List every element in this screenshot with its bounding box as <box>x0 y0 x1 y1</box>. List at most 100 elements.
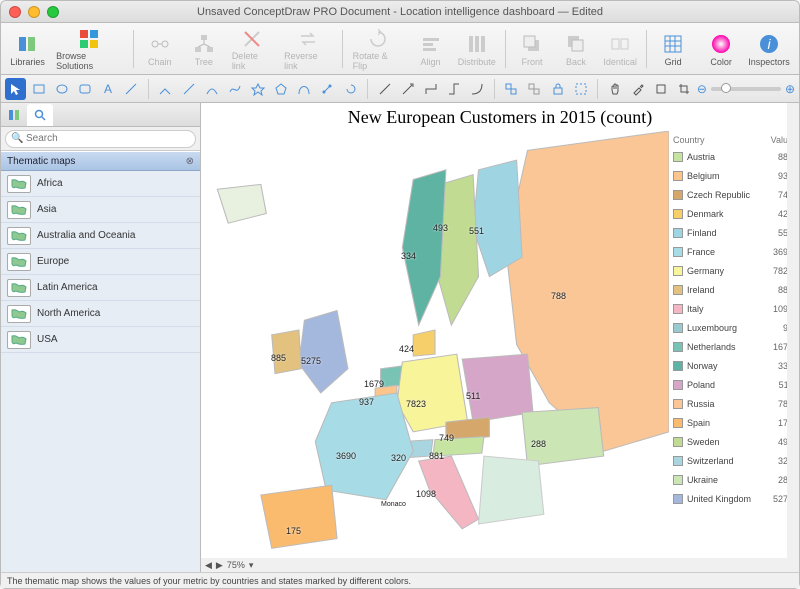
reverse-link-button[interactable]: Reverse link <box>280 25 336 73</box>
crop-tool[interactable] <box>674 78 695 100</box>
grid-label: Grid <box>665 57 682 67</box>
edit-points-tool[interactable] <box>317 78 338 100</box>
library-item-usa[interactable]: USA <box>1 327 200 353</box>
legend-name: Austria <box>687 152 778 162</box>
sidebar-tab-libraries[interactable] <box>1 104 27 126</box>
eyedrop-tool[interactable] <box>627 78 648 100</box>
page-next-icon[interactable]: ▶ <box>216 560 223 571</box>
hand-tool[interactable] <box>604 78 625 100</box>
route2-tool[interactable] <box>443 78 464 100</box>
spline-tool[interactable] <box>224 78 245 100</box>
reverse-link-label: Reverse link <box>284 51 332 71</box>
zoom-dropdown-icon[interactable]: ▾ <box>249 560 254 571</box>
roundrect-tool[interactable] <box>74 78 95 100</box>
map-thumb-icon <box>7 279 31 297</box>
curve-conn-tool[interactable] <box>467 78 488 100</box>
library-item-asia[interactable]: Asia <box>1 197 200 223</box>
star-tool[interactable] <box>247 78 268 100</box>
rect-tool[interactable] <box>28 78 49 100</box>
horizontal-scrollbar[interactable]: ◀ ▶ 75% ▾ <box>201 558 799 572</box>
legend-swatch <box>673 342 683 352</box>
legend-name: Spain <box>687 418 778 428</box>
legend-name: Germany <box>687 266 773 276</box>
connector-tool[interactable] <box>121 78 142 100</box>
zoom-out-icon[interactable]: ⊖ <box>697 82 707 96</box>
legend-swatch <box>673 285 683 295</box>
zoom-in-icon[interactable]: ⊕ <box>785 82 795 96</box>
container-tool[interactable] <box>570 78 591 100</box>
canvas[interactable]: New European Customers in 2015 (count) <box>201 103 799 572</box>
align-button[interactable]: Align <box>411 25 451 73</box>
pointer-tool[interactable] <box>5 78 26 100</box>
legend: Country Value Austria881Belgium937Czech … <box>669 133 797 508</box>
color-button[interactable]: Color <box>701 25 741 73</box>
status-bar: The thematic map shows the values of you… <box>1 572 799 588</box>
format-tool[interactable] <box>651 78 672 100</box>
back-button[interactable]: Back <box>556 25 596 73</box>
grid-button[interactable]: Grid <box>653 25 693 73</box>
sidebar-tab-search[interactable] <box>27 104 53 126</box>
search-row: 🔍 <box>1 127 200 151</box>
map-thumb-icon <box>7 253 31 271</box>
map-area: 334 493 551 788 885 5275 424 1679 937 78… <box>201 131 669 558</box>
library-item-africa[interactable]: Africa <box>1 171 200 197</box>
identical-button[interactable]: Identical <box>600 25 640 73</box>
map-thumb-icon <box>7 227 31 245</box>
text-tool[interactable]: A <box>98 78 119 100</box>
vertical-scrollbar[interactable] <box>787 103 799 558</box>
legend-row: Netherlands1679 <box>669 337 797 356</box>
legend-row: Spain175 <box>669 413 797 432</box>
smart-connector-tool[interactable] <box>155 78 176 100</box>
route-tool[interactable] <box>420 78 441 100</box>
poly-tool[interactable] <box>271 78 292 100</box>
sidebar-tabs <box>1 103 200 127</box>
library-item-europe[interactable]: Europe <box>1 249 200 275</box>
legend-row: Ukraine288 <box>669 470 797 489</box>
tree-button[interactable]: Tree <box>184 25 224 73</box>
back-label: Back <box>566 57 586 67</box>
legend-swatch <box>673 494 683 504</box>
ungroup-tool[interactable] <box>524 78 545 100</box>
close-icon[interactable]: ⊗ <box>186 156 194 167</box>
library-header-label: Thematic maps <box>7 156 75 167</box>
rotate-flip-button[interactable]: Rotate & Flip <box>349 25 407 73</box>
arc-tool[interactable] <box>201 78 222 100</box>
group-tool[interactable] <box>501 78 522 100</box>
legend-row: Norway334 <box>669 356 797 375</box>
map-label-germany: 7823 <box>406 399 426 409</box>
color-label: Color <box>710 57 732 67</box>
map-label-poland: 511 <box>466 391 480 401</box>
browse-solutions-button[interactable]: Browse Solutions <box>52 25 127 73</box>
zoom-slider[interactable] <box>711 87 781 91</box>
library-header[interactable]: Thematic maps ⊗ <box>1 151 200 171</box>
legend-row: Luxembourg91 <box>669 318 797 337</box>
lock-tool[interactable] <box>547 78 568 100</box>
search-input[interactable] <box>5 130 196 148</box>
legend-row: Poland511 <box>669 375 797 394</box>
delete-link-button[interactable]: Delete link <box>228 25 276 73</box>
front-button[interactable]: Front <box>512 25 552 73</box>
library-item-latin-america[interactable]: Latin America <box>1 275 200 301</box>
legend-swatch <box>673 247 683 257</box>
libraries-button[interactable]: Libraries <box>7 25 48 73</box>
legend-name: Netherlands <box>687 342 773 352</box>
distribute-button[interactable]: Distribute <box>455 25 499 73</box>
page-prev-icon[interactable]: ◀ <box>205 560 212 571</box>
line-arrow-tool[interactable] <box>397 78 418 100</box>
legend-row: France3690 <box>669 242 797 261</box>
library-item-australia-and-oceania[interactable]: Australia and Oceania <box>1 223 200 249</box>
rotate-tool[interactable] <box>340 78 361 100</box>
inspectors-button[interactable]: i Inspectors <box>745 25 793 73</box>
align-label: Align <box>421 57 441 67</box>
ellipse-tool[interactable] <box>51 78 72 100</box>
main-toolbar: Libraries Browse Solutions Chain Tree De… <box>1 23 799 75</box>
legend-name: Switzerland <box>687 456 778 466</box>
legend-swatch <box>673 418 683 428</box>
line-tool[interactable] <box>178 78 199 100</box>
chain-button[interactable]: Chain <box>140 25 180 73</box>
bezier-tool[interactable] <box>294 78 315 100</box>
status-text: The thematic map shows the values of you… <box>7 576 411 586</box>
line1-tool[interactable] <box>374 78 395 100</box>
zoom-value: 75% <box>227 560 245 570</box>
library-item-north-america[interactable]: North America <box>1 301 200 327</box>
